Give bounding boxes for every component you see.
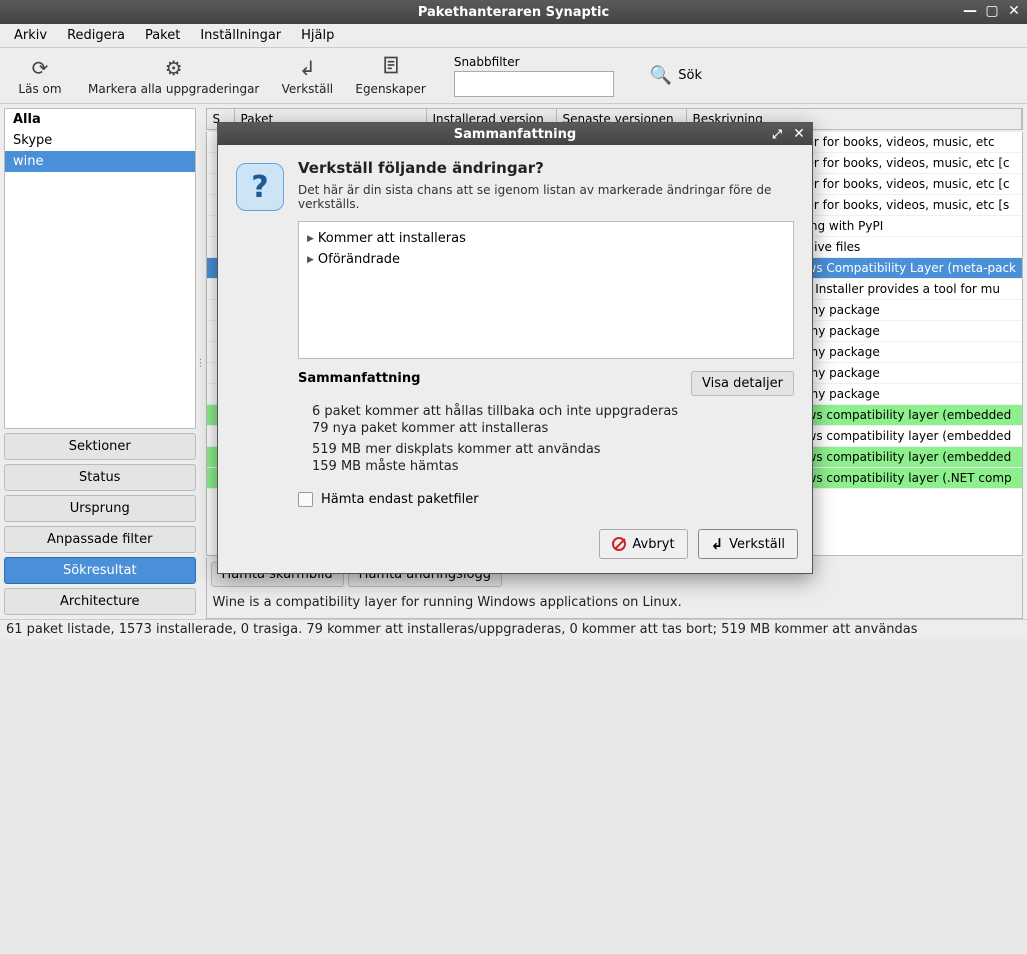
changes-tree[interactable]: ▶ Kommer att installeras ▶ Oförändrade	[298, 221, 794, 359]
dialog-heading: Verkställ följande ändringar?	[298, 159, 794, 177]
status-bar: 61 paket listade, 1573 installerade, 0 t…	[0, 619, 1027, 639]
apply-dialog-label: Verkställ	[729, 537, 785, 552]
search-label: Sök	[678, 68, 702, 83]
apply-arrow-icon: ↲	[711, 535, 724, 553]
cancel-label: Avbryt	[632, 537, 674, 552]
summary-label: Sammanfattning	[298, 371, 420, 386]
menu-bar: Arkiv Redigera Paket Inställningar Hjälp	[0, 24, 1027, 48]
download-only-checkbox[interactable]	[298, 492, 313, 507]
expand-icon: ▶	[307, 255, 314, 265]
status-text: 61 paket listade, 1573 installerade, 0 t…	[6, 622, 918, 637]
properties-label: Egenskaper	[355, 82, 425, 96]
menu-help[interactable]: Hjälp	[293, 26, 342, 45]
quick-filter: Snabbfilter	[454, 55, 614, 97]
tree-to-install-label: Kommer att installeras	[318, 231, 466, 246]
dialog-maximize-button[interactable]: ⤢	[768, 125, 786, 143]
tree-to-install[interactable]: ▶ Kommer att installeras	[307, 228, 785, 249]
menu-package[interactable]: Paket	[137, 26, 188, 45]
menu-settings[interactable]: Inställningar	[192, 26, 289, 45]
left-button-group: Sektioner Status Ursprung Anpassade filt…	[4, 433, 196, 619]
vertical-splitter[interactable]	[198, 108, 204, 619]
summary-line-4: 159 MB måste hämtas	[312, 459, 794, 474]
quick-filter-label: Snabbfilter	[454, 55, 614, 69]
menu-file[interactable]: Arkiv	[6, 26, 55, 45]
custom-filters-button[interactable]: Anpassade filter	[4, 526, 196, 553]
mark-all-label: Markera alla uppgraderingar	[88, 82, 259, 96]
menu-edit[interactable]: Redigera	[59, 26, 133, 45]
quick-filter-input[interactable]	[454, 71, 614, 97]
apply-dialog-button[interactable]: ↲ Verkställ ↖	[698, 529, 798, 559]
cancel-button[interactable]: Avbryt	[599, 529, 687, 559]
sections-button[interactable]: Sektioner	[4, 433, 196, 460]
category-skype[interactable]: Skype	[5, 130, 195, 151]
category-wine[interactable]: wine	[5, 151, 195, 172]
category-all[interactable]: Alla	[5, 109, 195, 130]
minimize-button[interactable]: —	[961, 2, 979, 20]
dialog-close-button[interactable]: ✕	[790, 125, 808, 143]
apply-button[interactable]: ↲ Verkställ	[277, 56, 337, 96]
reload-button[interactable]: ⟳ Läs om	[10, 56, 70, 96]
summary-line-1: 6 paket kommer att hållas tillbaka och i…	[312, 404, 794, 419]
dialog-title: Sammanfattning	[454, 127, 576, 142]
origin-button[interactable]: Ursprung	[4, 495, 196, 522]
maximize-button[interactable]: ▢	[983, 2, 1001, 20]
search-icon: 🔍	[650, 65, 672, 86]
gear-icon: ⚙	[165, 56, 183, 80]
reload-label: Läs om	[18, 82, 61, 96]
expand-icon: ▶	[307, 234, 314, 244]
properties-button[interactable]: Egenskaper	[355, 55, 425, 96]
category-list[interactable]: Alla Skype wine	[4, 108, 196, 429]
apply-label: Verkställ	[282, 82, 334, 96]
left-pane: Alla Skype wine Sektioner Status Ursprun…	[4, 108, 196, 619]
search-button[interactable]: 🔍 Sök	[650, 65, 702, 86]
architecture-button[interactable]: Architecture	[4, 588, 196, 615]
status-button[interactable]: Status	[4, 464, 196, 491]
summary-dialog: Sammanfattning ⤢ ✕ ? Verkställ följande …	[217, 122, 813, 574]
search-results-button[interactable]: Sökresultat	[4, 557, 196, 584]
cancel-icon	[612, 537, 626, 551]
toolbar: ⟳ Läs om ⚙ Markera alla uppgraderingar ↲…	[0, 48, 1027, 104]
download-only-label: Hämta endast paketfiler	[321, 492, 479, 507]
tree-unchanged-label: Oförändrade	[318, 252, 400, 267]
mark-all-upgrades-button[interactable]: ⚙ Markera alla uppgraderingar	[88, 56, 259, 96]
summary-line-3: 519 MB mer diskplats kommer att användas	[312, 442, 794, 457]
dialog-subtitle: Det här är din sista chans att se igenom…	[298, 183, 794, 211]
window-title: Pakethanteraren Synaptic	[418, 5, 609, 20]
window-titlebar: Pakethanteraren Synaptic — ▢ ✕	[0, 0, 1027, 24]
close-button[interactable]: ✕	[1005, 2, 1023, 20]
question-icon: ?	[236, 163, 284, 211]
summary-line-2: 79 nya paket kommer att installeras	[312, 421, 794, 436]
show-details-button[interactable]: Visa detaljer	[691, 371, 794, 396]
summary-lines: 6 paket kommer att hållas tillbaka och i…	[298, 404, 794, 474]
reload-icon: ⟳	[32, 56, 49, 80]
package-description: Wine is a compatibility layer for runnin…	[211, 591, 1018, 614]
tree-unchanged[interactable]: ▶ Oförändrade	[307, 249, 785, 270]
apply-icon: ↲	[299, 56, 316, 80]
properties-icon	[381, 55, 401, 80]
dialog-titlebar: Sammanfattning ⤢ ✕	[218, 123, 812, 145]
